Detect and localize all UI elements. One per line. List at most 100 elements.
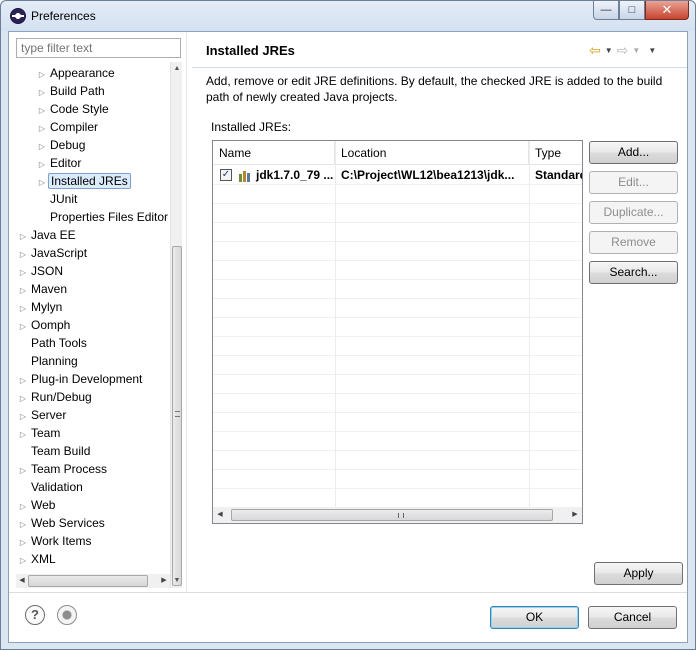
tree-item[interactable]: Planning [17,352,80,370]
table-horizontal-scrollbar[interactable]: ◀ ▶ [213,507,582,523]
table-row[interactable] [213,185,582,204]
duplicate-button[interactable]: Duplicate... [589,201,678,224]
jres-label: Installed JREs: [211,120,292,134]
scroll-right-icon[interactable]: ▶ [568,507,582,523]
tree-item[interactable]: ▷ Oomph [17,316,72,334]
jre-table: Name Location Type ✓ jdk1.7.0_79 ... C:\Pr… [212,140,583,524]
scroll-up-icon[interactable]: ▲ [171,62,183,76]
table-row[interactable]: ✓ jdk1.7.0_79 ... C:\Project\WL12\bea1213\… [213,166,582,185]
tree-item[interactable]: ▷ Plug-in Development [17,370,144,388]
column-header-name[interactable]: Name [213,141,335,165]
forward-dropdown-icon[interactable]: ▼ [632,46,640,55]
table-row[interactable] [213,261,582,280]
scroll-right-icon[interactable]: ▶ [158,574,170,588]
cancel-button[interactable]: Cancel [588,606,677,629]
tree-item[interactable]: ▷ Work Items [17,532,93,550]
table-row[interactable] [213,375,582,394]
tree-item[interactable]: ▷ Compiler [36,118,100,136]
tree-item-label: Editor [50,156,82,170]
column-divider [529,141,530,507]
column-header-type[interactable]: Type [529,141,582,165]
scroll-left-icon[interactable]: ◀ [16,574,28,588]
back-arrow-icon[interactable]: ⇦ [589,42,601,59]
view-menu-icon[interactable]: ▼ [648,46,656,55]
tree-item[interactable]: ▷ Web [17,496,57,514]
tree-item[interactable]: ▷ Java EE [17,226,78,244]
tree-item[interactable]: ▷ JavaScript [17,244,89,262]
filter-input[interactable] [16,38,181,58]
tree-item-label: Team Process [31,462,108,476]
tree-item-label: Plug-in Development [31,372,143,386]
tree-item-label: JSON [31,264,64,278]
tree-item[interactable]: ▷ Code Style [36,100,111,118]
tree-item[interactable]: Team Build [17,442,92,460]
apply-button[interactable]: Apply [594,562,683,585]
tree-item-label: Properties Files Editor [50,210,169,224]
expand-arrow-icon[interactable]: ▷ [17,552,29,570]
dialog-body: ▷Appearance▷Build Path▷Code Style▷Compil… [8,31,688,643]
ok-button[interactable]: OK [490,606,579,629]
page-description: Add, remove or edit JRE definitions. By … [206,74,663,104]
tree-item[interactable]: ▷ Editor [36,154,83,172]
table-row[interactable] [213,470,582,489]
scroll-down-icon[interactable]: ▼ [171,574,183,588]
column-header-location[interactable]: Location [335,141,529,165]
import-export-icon[interactable] [57,605,77,625]
cell-name: jdk1.7.0_79 ... [256,168,334,182]
table-row[interactable] [213,451,582,470]
table-row[interactable] [213,242,582,261]
tree-item-label: Team Build [31,444,91,458]
tree-horizontal-scrollbar[interactable]: ◀ ▶ [16,574,170,588]
column-divider [335,141,336,507]
pane-divider[interactable] [186,32,187,592]
tree-item[interactable]: ▷ XML [17,550,58,568]
table-row[interactable] [213,356,582,375]
tree-item[interactable]: ▷ Server [17,406,68,424]
help-icon[interactable]: ? [25,605,45,625]
tree-item[interactable]: ▷ Appearance [36,64,117,82]
tree-item[interactable]: ▷ Installed JREs [36,172,131,190]
tree-item[interactable]: ▷ Web Services [17,514,107,532]
scroll-thumb[interactable] [28,575,148,587]
table-row[interactable] [213,223,582,242]
grip-icon [398,513,404,518]
maximize-button[interactable]: □ [619,1,645,20]
jre-checkbox[interactable]: ✓ [220,169,232,181]
remove-button[interactable]: Remove [589,231,678,254]
forward-arrow-icon[interactable]: ⇨ [617,42,629,59]
scroll-left-icon[interactable]: ◀ [213,507,227,523]
table-row[interactable] [213,413,582,432]
title-bar[interactable]: Preferences — □ ✕ [1,1,695,31]
tree-item[interactable]: Path Tools [17,334,89,352]
edit-button[interactable]: Edit... [589,171,678,194]
minimize-button[interactable]: — [593,1,619,20]
table-row[interactable] [213,299,582,318]
add-button[interactable]: Add... [589,141,678,164]
tree-vertical-scrollbar[interactable]: ▲ ▼ [170,62,182,588]
tree-item[interactable]: ▷ Debug [36,136,87,154]
table-row[interactable] [213,432,582,451]
tree-item[interactable]: ▷ Team Process [17,460,109,478]
scroll-thumb[interactable] [172,246,182,586]
table-row[interactable] [213,204,582,223]
table-row[interactable] [213,394,582,413]
tree-item[interactable]: Validation [17,478,85,496]
tree-item[interactable]: ▷ Build Path [36,82,107,100]
tree-item[interactable]: ▷ Run/Debug [17,388,94,406]
table-row[interactable] [213,337,582,356]
window-controls: — □ ✕ [593,1,689,21]
tree-item-label: XML [31,552,56,566]
tree-item[interactable]: ▷ Mylyn [17,298,64,316]
table-row[interactable] [213,318,582,337]
search-button[interactable]: Search... [589,261,678,284]
table-row[interactable] [213,280,582,299]
tree-item[interactable]: ▷ JSON [17,262,65,280]
tree-item[interactable]: Properties Files Editor [36,208,170,226]
back-dropdown-icon[interactable]: ▼ [605,46,613,55]
tree-item[interactable]: JUnit [36,190,79,208]
scroll-thumb[interactable] [231,509,553,521]
tree-item-label: Work Items [31,534,92,548]
tree-item[interactable]: ▷ Maven [17,280,69,298]
tree-item[interactable]: ▷ Team [17,424,62,442]
close-button[interactable]: ✕ [645,1,689,20]
